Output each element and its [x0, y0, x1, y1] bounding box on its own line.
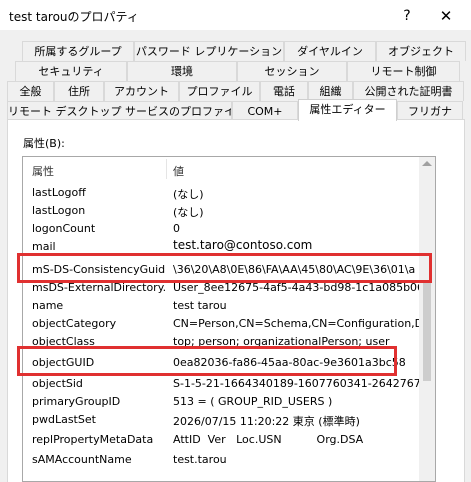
- row-attribute-value: (なし): [173, 188, 204, 201]
- row-attribute-value: 2026/07/15 11:20:22 東京 (標準時): [173, 415, 360, 428]
- tab-address[interactable]: 住所: [54, 81, 104, 101]
- column-divider[interactable]: [166, 159, 167, 179]
- scroll-up-arrow-icon[interactable]: [422, 161, 432, 166]
- table-row[interactable]: replPropertyMetaData AttID Ver Loc.USN O…: [23, 431, 421, 449]
- table-row[interactable]: primaryGroupID 513 = ( GROUP_RID_USERS ): [23, 393, 421, 411]
- row-attribute-name: objectCategory: [32, 317, 117, 330]
- tab-environment[interactable]: 環境: [127, 61, 237, 81]
- scrollbar-thumb[interactable]: [423, 281, 431, 381]
- row-attribute-name: mail: [32, 240, 56, 253]
- row-attribute-name: logonCount: [32, 222, 96, 235]
- row-attribute-name: pwdLastSet: [32, 413, 96, 426]
- row-attribute-value: test.taro@contoso.com: [173, 238, 313, 252]
- highlight-box-object-guid: [17, 346, 397, 376]
- table-row[interactable]: objectCategory CN=Person,CN=Schema,CN=Co…: [23, 315, 421, 333]
- row-attribute-value: AttID Ver Loc.USN Org.DSA: [173, 433, 364, 446]
- row-attribute-value: (なし): [173, 206, 204, 219]
- tab-remote-control[interactable]: リモート制御: [347, 61, 460, 81]
- window-title: test tarouのプロパティ: [9, 10, 139, 24]
- tab-object[interactable]: オブジェクト: [376, 41, 466, 61]
- tab-telephones[interactable]: 電話: [260, 81, 308, 101]
- table-row[interactable]: lastLogoff (なし): [23, 184, 421, 202]
- tab-member-of[interactable]: 所属するグループ: [22, 41, 134, 61]
- tab-com-plus[interactable]: COM+: [232, 101, 298, 121]
- highlight-box-consistency-guid: [17, 253, 432, 283]
- row-attribute-name: replPropertyMetaData: [32, 433, 154, 446]
- table-row[interactable]: name test tarou: [23, 297, 421, 315]
- close-button[interactable]: ✕: [436, 6, 456, 26]
- tab-account[interactable]: アカウント: [104, 81, 179, 101]
- table-row[interactable]: objectSid S-1-5-21-1664340189-1607760341…: [23, 375, 421, 393]
- column-header-attribute[interactable]: 属性: [32, 163, 54, 179]
- help-button[interactable]: ?: [397, 6, 417, 26]
- list-header: 属性 値: [23, 157, 435, 181]
- column-header-value[interactable]: 値: [173, 163, 184, 179]
- row-attribute-value: test.tarou: [173, 453, 227, 466]
- attributes-label: 属性(B):: [23, 137, 65, 150]
- tab-furigana[interactable]: フリガナ: [397, 101, 463, 121]
- tab-sessions[interactable]: セッション: [237, 61, 347, 81]
- tab-remote-desktop-profile[interactable]: リモート デスクトップ サービスのプロファイル: [7, 101, 232, 121]
- tab-security[interactable]: セキュリティ: [15, 61, 127, 81]
- row-attribute-value: test tarou: [173, 299, 227, 312]
- row-attribute-name: primaryGroupID: [32, 395, 121, 408]
- tab-general[interactable]: 全般: [7, 81, 54, 101]
- row-attribute-value: CN=Person,CN=Schema,CN=Configuration,DC=: [173, 317, 421, 330]
- table-row[interactable]: logonCount 0: [23, 220, 421, 238]
- tab-profile[interactable]: プロファイル: [179, 81, 260, 101]
- vertical-scrollbar[interactable]: [419, 157, 435, 481]
- row-attribute-name: lastLogoff: [32, 186, 86, 199]
- table-row[interactable]: sAMAccountName test.tarou: [23, 451, 421, 469]
- row-attribute-name: sAMAccountName: [32, 453, 132, 466]
- attribute-list[interactable]: 属性 値 lastLogoff (なし) lastLogon (なし) logo…: [22, 156, 436, 482]
- tab-organization[interactable]: 組織: [308, 81, 353, 101]
- row-attribute-value: 513 = ( GROUP_RID_USERS ): [173, 395, 333, 408]
- tab-published-certificates[interactable]: 公開された証明書: [353, 81, 464, 101]
- row-attribute-value: 0: [173, 222, 180, 235]
- table-row[interactable]: pwdLastSet 2026/07/15 11:20:22 東京 (標準時): [23, 411, 421, 429]
- row-attribute-value: S-1-5-21-1664340189-1607760341-264276728…: [173, 377, 421, 390]
- title-bar: test tarouのプロパティ ? ✕: [0, 0, 471, 30]
- tab-password-replication[interactable]: パスワード レプリケーション: [134, 41, 284, 61]
- row-attribute-name: objectSid: [32, 377, 83, 390]
- row-attribute-name: name: [32, 299, 64, 312]
- table-row[interactable]: lastLogon (なし): [23, 202, 421, 220]
- tab-attribute-editor[interactable]: 属性エディター: [298, 99, 397, 121]
- tab-dial-in[interactable]: ダイヤルイン: [284, 41, 376, 61]
- row-attribute-name: lastLogon: [32, 204, 86, 217]
